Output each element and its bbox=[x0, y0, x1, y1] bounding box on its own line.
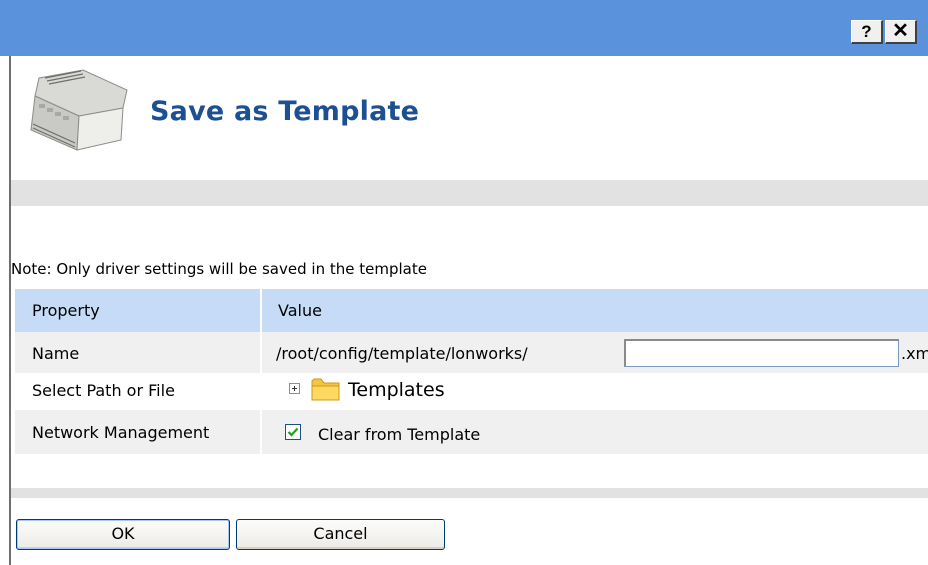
select-path-label: Select Path or File bbox=[32, 381, 175, 400]
network-management-label: Network Management bbox=[32, 423, 210, 442]
close-button[interactable]: ✕ bbox=[885, 20, 917, 44]
file-extension-suffix: .xm bbox=[901, 344, 928, 363]
table-header-row: Property Value bbox=[15, 289, 928, 332]
cancel-button[interactable]: Cancel bbox=[236, 519, 445, 550]
dialog-title: Save as Template bbox=[150, 96, 420, 127]
value-column-header: Value bbox=[278, 301, 322, 320]
header-separator-band bbox=[11, 180, 928, 206]
footer-separator-band bbox=[11, 488, 928, 498]
note-text: Note: Only driver settings will be saved… bbox=[11, 260, 427, 278]
checkmark-icon bbox=[287, 427, 299, 437]
template-path-prefix: /root/config/template/lonworks/ bbox=[276, 344, 528, 363]
device-module-icon bbox=[30, 69, 128, 151]
clear-from-template-checkbox[interactable] bbox=[285, 424, 301, 440]
name-label: Name bbox=[32, 344, 80, 363]
tree-expand-icon[interactable] bbox=[289, 383, 300, 394]
table-row-select-path: Select Path or File Templates bbox=[15, 373, 928, 410]
folder-icon[interactable] bbox=[311, 376, 341, 402]
help-button[interactable]: ? bbox=[851, 20, 883, 44]
dialog-titlebar: ? ✕ bbox=[0, 0, 928, 56]
template-name-input[interactable] bbox=[624, 339, 899, 367]
dialog-header bbox=[11, 56, 928, 180]
property-column-header: Property bbox=[32, 301, 100, 320]
ok-button[interactable]: OK bbox=[16, 519, 230, 550]
table-row-network-management: Network Management Clear from Template bbox=[15, 410, 928, 454]
table-row-name: Name /root/config/template/lonworks/ .xm bbox=[15, 332, 928, 373]
clear-from-template-label[interactable]: Clear from Template bbox=[318, 425, 480, 444]
templates-folder-label[interactable]: Templates bbox=[348, 379, 445, 401]
